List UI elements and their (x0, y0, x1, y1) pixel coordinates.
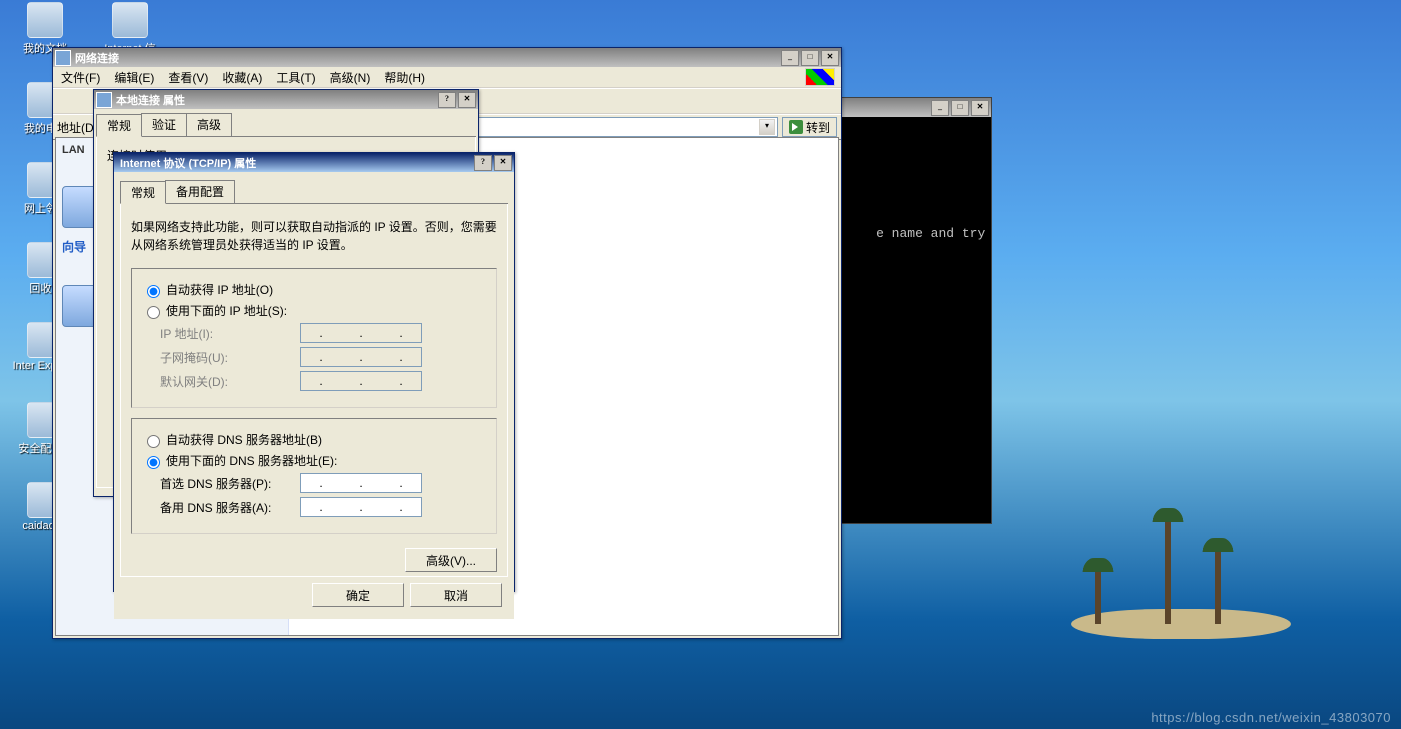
dns1-row: 首选 DNS 服务器(P): ... (160, 473, 486, 493)
tcpip-description: 如果网络支持此功能，则可以获取自动指派的 IP 设置。否则，您需要从网络系统管理… (131, 218, 497, 254)
radio-manual-ip[interactable]: 使用下面的 IP 地址(S): (142, 302, 486, 319)
wizard-heading: 向导 (62, 240, 86, 254)
menu-favorites[interactable]: 收藏(A) (218, 68, 266, 87)
tcpip-title: Internet 协议 (TCP/IP) 属性 (116, 155, 474, 171)
ip-address-input: ... (300, 323, 422, 343)
wallpaper-palm (1095, 564, 1101, 624)
menu-edit[interactable]: 编辑(E) (110, 68, 158, 87)
menu-advanced[interactable]: 高级(N) (326, 68, 375, 87)
radio-auto-dns[interactable]: 自动获得 DNS 服务器地址(B) (142, 431, 486, 448)
ip-group: 自动获得 IP 地址(O) 使用下面的 IP 地址(S): IP 地址(I): … (131, 268, 497, 408)
menu-file[interactable]: 文件(F) (57, 68, 104, 87)
propdlg-titlebar[interactable]: 本地连接 属性 ? ✕ (94, 90, 478, 109)
tcpip-titlebar[interactable]: Internet 协议 (TCP/IP) 属性 ? ✕ (114, 153, 514, 172)
close-button[interactable]: ✕ (971, 100, 989, 116)
globe-icon (112, 2, 148, 38)
go-label: 转到 (806, 119, 830, 136)
radio-label: 使用下面的 IP 地址(S): (166, 302, 287, 319)
network-icon (55, 50, 71, 66)
wallpaper-palm (1215, 544, 1221, 624)
wallpaper-island (1071, 609, 1291, 639)
tcpip-tabs: 常规 备用配置 (120, 180, 508, 204)
close-button[interactable]: ✕ (494, 155, 512, 171)
radio-label: 自动获得 IP 地址(O) (166, 281, 273, 298)
radio-auto-ip-input[interactable] (147, 285, 160, 298)
explorer-menubar: 文件(F) 编辑(E) 查看(V) 收藏(A) 工具(T) 高级(N) 帮助(H… (53, 67, 841, 88)
gateway-input: ... (300, 371, 422, 391)
menu-view[interactable]: 查看(V) (164, 68, 212, 87)
radio-auto-ip[interactable]: 自动获得 IP 地址(O) (142, 281, 486, 298)
explorer-titlebar[interactable]: 网络连接 _ □ ✕ (53, 48, 841, 67)
subnet-row: 子网掩码(U): ... (160, 347, 486, 367)
subnet-label: 子网掩码(U): (160, 349, 300, 366)
radio-auto-dns-input[interactable] (147, 435, 160, 448)
tab-advanced[interactable]: 高级 (186, 113, 232, 136)
arrow-right-icon (789, 120, 803, 134)
tcpip-properties-dialog[interactable]: Internet 协议 (TCP/IP) 属性 ? ✕ 常规 备用配置 如果网络… (113, 152, 515, 592)
advanced-button[interactable]: 高级(V)... (405, 548, 497, 572)
tab-general[interactable]: 常规 (96, 114, 142, 137)
subnet-input: ... (300, 347, 422, 367)
tab-general[interactable]: 常规 (120, 181, 166, 204)
address-label: 地址(D) (57, 119, 98, 136)
windows-logo-icon (805, 68, 835, 86)
propdlg-tabs: 常规 验证 高级 (96, 113, 476, 137)
menu-tools[interactable]: 工具(T) (272, 68, 319, 87)
cancel-button[interactable]: 取消 (410, 583, 502, 607)
radio-label: 使用下面的 DNS 服务器地址(E): (166, 452, 337, 469)
folder-icon (27, 2, 63, 38)
radio-manual-dns[interactable]: 使用下面的 DNS 服务器地址(E): (142, 452, 486, 469)
explorer-title: 网络连接 (75, 50, 781, 66)
dns2-row: 备用 DNS 服务器(A): ... (160, 497, 486, 517)
gateway-row: 默认网关(D): ... (160, 371, 486, 391)
tab-auth[interactable]: 验证 (141, 113, 187, 136)
help-button[interactable]: ? (474, 155, 492, 171)
dns1-label: 首选 DNS 服务器(P): (160, 475, 300, 492)
ok-button[interactable]: 确定 (312, 583, 404, 607)
dns-group: 自动获得 DNS 服务器地址(B) 使用下面的 DNS 服务器地址(E): 首选… (131, 418, 497, 534)
dns2-label: 备用 DNS 服务器(A): (160, 499, 300, 516)
dns1-input[interactable]: ... (300, 473, 422, 493)
radio-label: 自动获得 DNS 服务器地址(B) (166, 431, 322, 448)
help-button[interactable]: ? (438, 92, 456, 108)
minimize-button[interactable]: _ (781, 50, 799, 66)
menu-help[interactable]: 帮助(H) (380, 68, 429, 87)
radio-manual-ip-input[interactable] (147, 306, 160, 319)
close-button[interactable]: ✕ (821, 50, 839, 66)
radio-manual-dns-input[interactable] (147, 456, 160, 469)
dialog-buttons: 确定 取消 (120, 577, 508, 613)
minimize-button[interactable]: _ (931, 100, 949, 116)
dns2-input[interactable]: ... (300, 497, 422, 517)
connection-icon (96, 92, 112, 108)
ip-label: IP 地址(I): (160, 325, 300, 342)
propdlg-title: 本地连接 属性 (116, 92, 438, 108)
wallpaper-palm (1165, 514, 1171, 624)
maximize-button[interactable]: □ (951, 100, 969, 116)
watermark: https://blog.csdn.net/weixin_43803070 (1151, 710, 1391, 725)
ip-address-row: IP 地址(I): ... (160, 323, 486, 343)
maximize-button[interactable]: □ (801, 50, 819, 66)
close-button[interactable]: ✕ (458, 92, 476, 108)
tab-alt-config[interactable]: 备用配置 (165, 180, 235, 203)
go-button[interactable]: 转到 (782, 117, 837, 137)
gateway-label: 默认网关(D): (160, 373, 300, 390)
dropdown-icon[interactable]: ▾ (759, 119, 775, 135)
